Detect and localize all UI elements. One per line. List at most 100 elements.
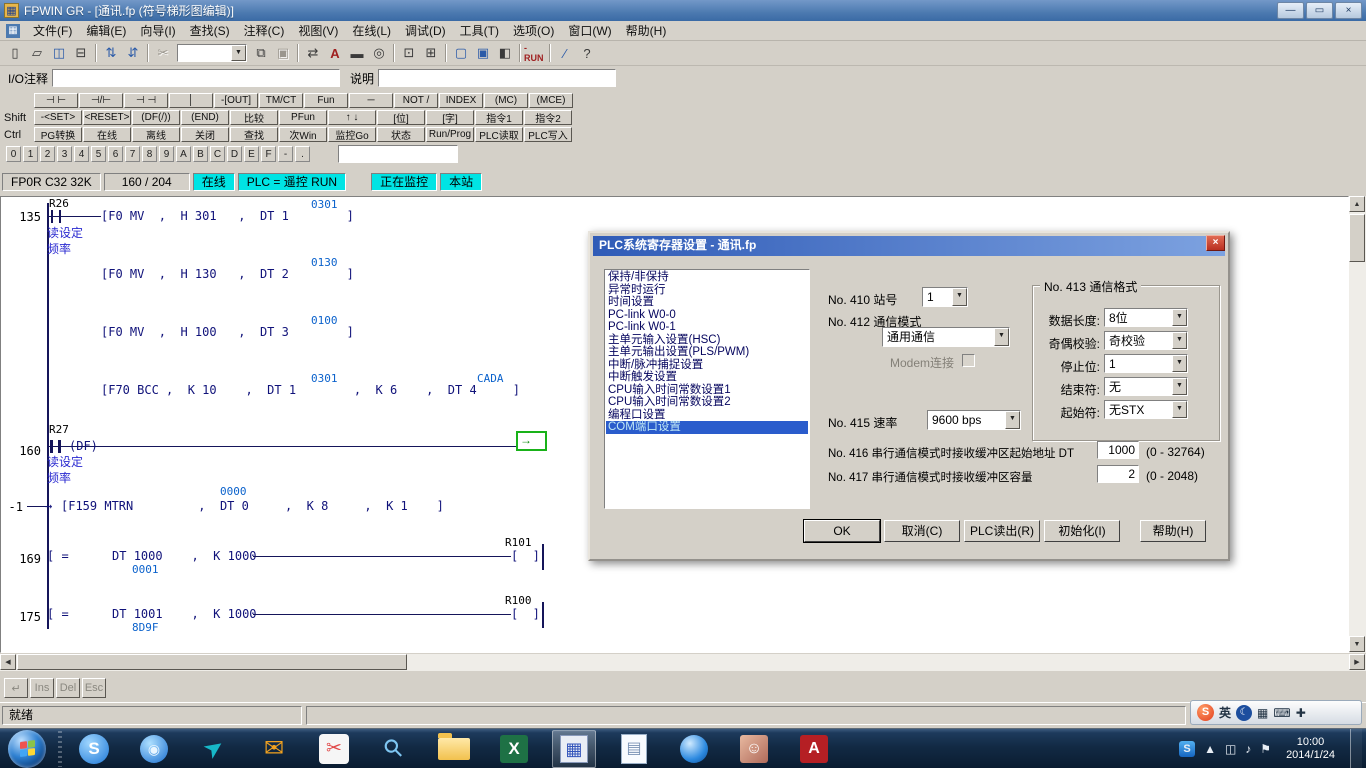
window2-icon[interactable]: ⊞ <box>420 43 442 63</box>
fkey-button[interactable]: (DF(/)) <box>132 110 180 125</box>
taskbar-icon-browser[interactable]: ◉ <box>132 730 176 768</box>
hex-key[interactable]: D <box>227 146 242 162</box>
dropdown-arrow-icon[interactable]: ▼ <box>1005 411 1020 429</box>
fkey-button[interactable]: [位] <box>377 110 425 125</box>
io-comment-jump1-icon[interactable]: ⇅ <box>100 43 122 63</box>
dialog-close-button[interactable]: × <box>1206 235 1225 251</box>
io-comment-input[interactable] <box>52 69 340 87</box>
menu-item-wizard[interactable]: 向导(I) <box>133 20 182 41</box>
fkey-button[interactable]: 在线 <box>83 127 131 142</box>
toolbox-icon[interactable]: ▦ <box>1257 706 1268 720</box>
text-a-icon[interactable]: A <box>324 43 346 63</box>
dropdown-arrow-icon[interactable]: ▼ <box>1172 401 1187 418</box>
taskbar-grip[interactable] <box>58 731 62 767</box>
fkey-button[interactable]: 关闭 <box>181 127 229 142</box>
delete-key-button[interactable]: Del <box>56 678 80 698</box>
stopbit-combo[interactable]: 1 ▼ <box>1104 354 1188 373</box>
fkey-button[interactable]: -<SET> <box>34 110 82 125</box>
dropdown-arrow-icon[interactable]: ▼ <box>994 328 1009 346</box>
start-button[interactable] <box>8 730 46 768</box>
fkey-button[interactable]: 离线 <box>132 127 180 142</box>
new-icon[interactable]: ▯ <box>4 43 26 63</box>
taskbar-icon-foxmail[interactable]: ✉ <box>252 730 296 768</box>
pg-convert-icon[interactable]: ⇄ <box>302 43 324 63</box>
fkey-button[interactable]: PLC写入 <box>524 127 572 142</box>
fkey-button[interactable]: 状态 <box>377 127 425 142</box>
fkey-button[interactable]: NOT / <box>394 93 438 108</box>
contact-symbol[interactable] <box>50 440 53 453</box>
ok-button[interactable]: OK <box>804 520 880 542</box>
hex-key[interactable]: 5 <box>91 146 106 162</box>
scrollbar-thumb[interactable] <box>17 654 407 670</box>
scroll-up-icon[interactable]: ▲ <box>1349 196 1365 212</box>
skin-icon[interactable]: ☾ <box>1236 705 1252 721</box>
menu-item-view[interactable]: 视图(V) <box>291 20 345 41</box>
hex-key[interactable]: . <box>295 146 310 162</box>
dropdown-arrow-icon[interactable]: ▼ <box>952 288 967 306</box>
menu-item-search[interactable]: 查找(S) <box>183 20 237 41</box>
status-icon[interactable]: ◧ <box>494 43 516 63</box>
taskbar-icon-snip[interactable]: ✂ <box>312 730 356 768</box>
dropdown-arrow-icon[interactable]: ▼ <box>1172 309 1187 326</box>
fkey-button[interactable]: 比较 <box>230 110 278 125</box>
taskbar-icon-messenger[interactable] <box>672 730 716 768</box>
device-combo[interactable]: ▼ <box>177 44 247 62</box>
sysreg-list-item[interactable]: 主单元输出设置(PLS/PWM) <box>606 346 808 359</box>
fkey-button[interactable]: PG转换 <box>34 127 82 142</box>
dropdown-arrow-icon[interactable]: ▼ <box>1172 355 1187 372</box>
open-icon[interactable]: ▱ <box>26 43 48 63</box>
taskbar-icon-explorer[interactable] <box>432 730 476 768</box>
taskbar-icon-fpwin-active[interactable]: ▦ <box>552 730 596 768</box>
show-hidden-icon[interactable]: ▲ <box>1204 742 1216 756</box>
fkey-button[interactable]: 指令2 <box>524 110 572 125</box>
enter-key-button[interactable]: ↵ <box>4 678 28 698</box>
menu-item-online[interactable]: 在线(L) <box>345 20 398 41</box>
fkey-button[interactable]: ↑ ↓ <box>328 110 376 125</box>
baud-combo[interactable]: 9600 bps ▼ <box>927 410 1021 430</box>
fkey-button[interactable]: [字] <box>426 110 474 125</box>
instruction-text[interactable]: [F70 BCC , K 10 , DT 1 , K 6 , DT 4 ] <box>101 384 520 397</box>
menu-item-file[interactable]: 文件(F) <box>26 20 79 41</box>
modem-checkbox[interactable] <box>962 354 975 367</box>
contact-symbol[interactable] <box>59 210 61 223</box>
fkey-button[interactable]: TM/CT <box>259 93 303 108</box>
hex-key[interactable]: 8 <box>142 146 157 162</box>
scroll-right-icon[interactable]: ▶ <box>1349 654 1365 670</box>
scroll-left-icon[interactable]: ◀ <box>0 654 16 670</box>
print-icon[interactable]: ⊟ <box>70 43 92 63</box>
window1-icon[interactable]: ⊡ <box>398 43 420 63</box>
io-comment-jump2-icon[interactable]: ⇵ <box>122 43 144 63</box>
menu-item-options[interactable]: 选项(O) <box>506 20 561 41</box>
cut-icon[interactable]: ✂ <box>152 43 174 63</box>
taskbar-icon-notepad[interactable]: ▤ <box>612 730 656 768</box>
hex-key[interactable]: 9 <box>159 146 174 162</box>
sysreg-list-item[interactable]: CPU输入时间常数设置1 <box>606 384 808 397</box>
find-icon[interactable]: ◎ <box>368 43 390 63</box>
fkey-button[interactable]: <RESET> <box>83 110 131 125</box>
fkey-button[interactable]: (END) <box>181 110 229 125</box>
plc-read-button[interactable]: PLC读出(R) <box>964 520 1040 542</box>
vertical-scrollbar[interactable]: ▲ ▼ <box>1349 196 1366 653</box>
fkey-button[interactable]: 次Win <box>279 127 327 142</box>
show-desktop-button[interactable] <box>1350 729 1362 768</box>
hex-key[interactable]: - <box>278 146 293 162</box>
minimize-button[interactable]: — <box>1277 2 1304 19</box>
sysreg-list-item[interactable]: 中断触发设置 <box>606 371 808 384</box>
fkey-button[interactable]: Run/Prog <box>426 127 474 142</box>
hex-key[interactable]: 4 <box>74 146 89 162</box>
compare-instruction[interactable]: [ = DT 1001 , K 1000 <box>47 608 257 621</box>
save-icon[interactable]: ◫ <box>48 43 70 63</box>
instruction-text[interactable]: [F0 MV , H 301 , DT 1 ] <box>101 210 354 223</box>
menu-item-debug[interactable]: 调试(D) <box>398 20 453 41</box>
menu-item-help[interactable]: 帮助(H) <box>619 20 674 41</box>
hex-key[interactable]: B <box>193 146 208 162</box>
terminator-combo[interactable]: 无 ▼ <box>1104 377 1188 396</box>
fkey-button[interactable]: (MC) <box>484 93 528 108</box>
instruction-text[interactable]: [F0 MV , H 100 , DT 3 ] <box>101 326 354 339</box>
sysreg-list-item[interactable]: 主单元输入设置(HSC) <box>606 334 808 347</box>
hex-key[interactable]: 3 <box>57 146 72 162</box>
menu-item-comment[interactable]: 注释(C) <box>237 20 292 41</box>
sysreg-list-item[interactable]: 异常时运行 <box>606 284 808 297</box>
hex-key[interactable]: E <box>244 146 259 162</box>
fkey-button[interactable]: ⊣ ⊣ <box>124 93 168 108</box>
